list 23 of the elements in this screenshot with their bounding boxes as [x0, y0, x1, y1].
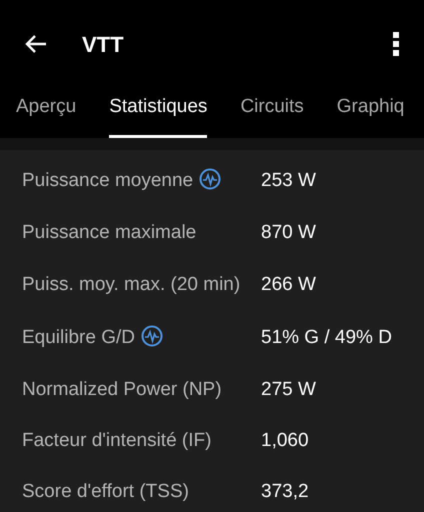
stat-value: 870 W: [261, 221, 316, 245]
stat-value: 266 W: [261, 273, 316, 297]
stat-label: Facteur d'intensité (IF): [22, 430, 212, 451]
stat-label: Equilibre G/D: [22, 327, 135, 348]
stat-label: Score d'effort (TSS): [22, 481, 189, 502]
more-options-icon[interactable]: [392, 32, 400, 56]
stat-label: Normalized Power (NP): [22, 379, 222, 400]
stat-value: 373,2: [261, 480, 309, 504]
stat-label: Puiss. moy. max. (20 min): [22, 274, 240, 295]
stat-label: Puissance maximale: [22, 222, 196, 243]
tab[interactable]: Statistiques: [109, 88, 208, 138]
chart-icon[interactable]: [199, 168, 222, 190]
tab[interactable]: Aperçu: [16, 88, 76, 138]
stat-value: 1,060: [261, 429, 309, 453]
stat-label: Puissance moyenne: [22, 170, 194, 191]
tab[interactable]: Graphiq: [336, 88, 404, 138]
tab[interactable]: Circuits: [240, 88, 304, 138]
chart-icon[interactable]: [141, 325, 163, 347]
screen-title: VTT: [82, 30, 124, 58]
back-icon[interactable]: [24, 34, 48, 54]
stat-value: 51% G / 49% D: [261, 326, 392, 350]
stat-value: 275 W: [261, 378, 316, 402]
stat-value: 253 W: [261, 169, 316, 193]
